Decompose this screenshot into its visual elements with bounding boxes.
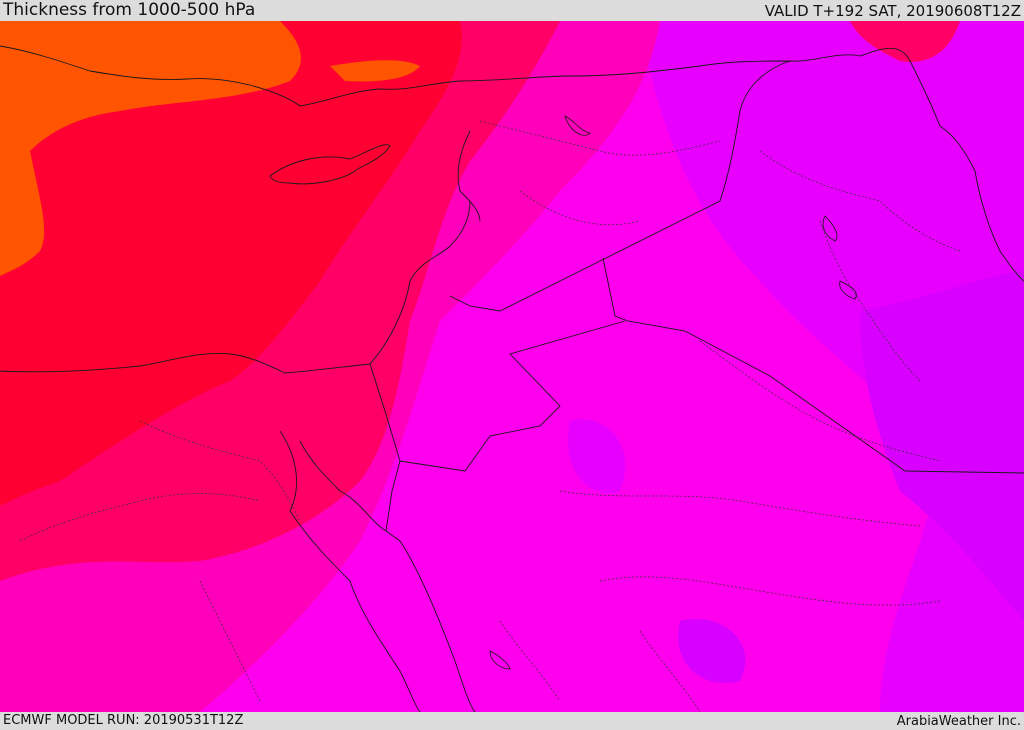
model-run: ECMWF MODEL RUN: 20190531T12Z: [3, 713, 244, 728]
thickness-field: [0, 21, 1024, 712]
thickness-map: [0, 21, 1024, 712]
footer-bar: ECMWF MODEL RUN: 20190531T12Z ArabiaWeat…: [0, 712, 1024, 729]
map-title: Thickness from 1000-500 hPa: [3, 0, 256, 20]
credit-text: ArabiaWeather Inc.: [896, 714, 1021, 729]
valid-time: VALID T+192 SAT, 20190608T12Z: [764, 2, 1021, 20]
header-bar: Thickness from 1000-500 hPa VALID T+192 …: [0, 0, 1024, 21]
map-canvas: [0, 21, 1024, 712]
